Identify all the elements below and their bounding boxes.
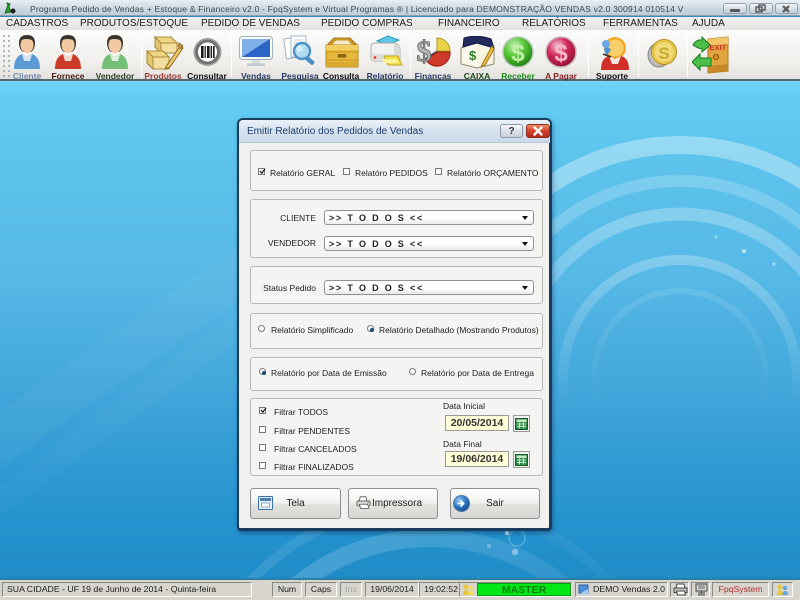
svg-text:S: S bbox=[658, 44, 669, 63]
svg-text:$: $ bbox=[469, 48, 477, 63]
svg-text:$: $ bbox=[511, 40, 525, 67]
svg-text:EXIT: EXIT bbox=[709, 43, 726, 53]
svg-text:$: $ bbox=[417, 35, 432, 68]
svg-text:$: $ bbox=[554, 40, 568, 67]
